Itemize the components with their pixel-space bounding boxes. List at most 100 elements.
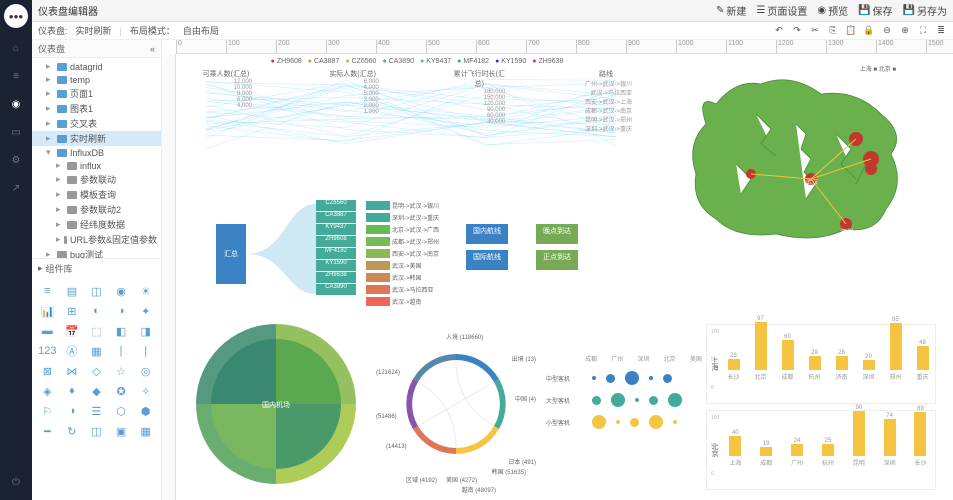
component-cell[interactable]: 123 [36,342,59,360]
component-cell[interactable]: | [134,342,157,360]
data-icon[interactable]: ≡ [8,68,24,84]
monitor-icon[interactable]: ▭ [8,124,24,140]
sidebar-header: 仪表盘« [32,40,161,58]
component-cell[interactable]: ◈ [36,382,59,400]
component-cell[interactable]: ◎ [134,362,157,380]
tree-item[interactable]: ▸模板查询 [32,187,161,202]
undo-icon[interactable]: ↶ [773,25,785,37]
saveas-button[interactable]: 💾 另存为 [903,3,947,18]
component-cell[interactable]: ⬡ [110,402,133,420]
sunburst-chart[interactable]: 国内机场 [186,314,366,494]
component-cell[interactable]: ◑ [61,402,84,420]
power-icon[interactable]: ⏻ [8,474,24,490]
new-button[interactable]: ✎ 新建 [716,3,746,18]
zoomin-icon[interactable]: ⊕ [899,25,911,37]
component-cell[interactable]: ◫ [85,282,108,300]
component-cell[interactable]: ☀ [134,282,157,300]
sankey-chart[interactable]: 汇总 CZ6560CA3887KY9437ZH9608MF4182KY1590Z… [196,194,616,304]
canvas[interactable]: 0100200300400500600700800900100011001200… [162,40,953,500]
fit-icon[interactable]: ⛶ [917,25,929,37]
bar-panel[interactable]: 上海10050023长沙97北京60成都29杭州28济南20深圳95郑州48重庆 [706,324,936,404]
bar-charts[interactable]: 上海10050023长沙97北京60成都29杭州28济南20深圳95郑州48重庆… [706,324,936,494]
share-icon[interactable]: ⚙ [8,152,24,168]
component-cell[interactable]: ✪ [110,382,133,400]
export-icon[interactable]: ↗ [8,180,24,196]
infobar: 仪表盘: 实时刷新 | 布局模式： 自由布局 ↶ ↷ ✂ ⎘ 📋 🔒 ⊖ ⊕ ⛶… [32,22,953,40]
component-cell[interactable]: ◆ [85,382,108,400]
component-cell[interactable]: ▦ [85,342,108,360]
complib-header[interactable]: ▸ 组件库 [32,259,161,278]
component-cell[interactable]: ◨ [134,322,157,340]
component-cell[interactable]: ≡ [36,282,59,300]
component-cell[interactable]: ↻ [61,422,84,440]
lock-icon[interactable]: 🔒 [863,25,875,37]
cut-icon[interactable]: ✂ [809,25,821,37]
bubble-chart[interactable]: 成都广州深圳北京美国中型客机大型客机小型客机 [546,354,706,434]
app-title: 仪表盘编辑器 [38,3,98,18]
component-cell[interactable]: ⚐ [36,402,59,420]
component-cell[interactable]: ✦ [134,302,157,320]
component-cell[interactable]: ⬢ [134,402,157,420]
component-cell[interactable]: ☰ [85,402,108,420]
dashboard-icon[interactable]: ◉ [8,96,24,112]
tree-item[interactable]: ▸经纬度数据 [32,217,161,232]
svg-text:国内机场: 国内机场 [262,400,290,409]
layout-mode: 自由布局 [183,24,219,37]
chord-chart[interactable]: 入境 (118660) 出境 (13) (121624) (51486) (14… [376,314,536,494]
tree-item[interactable]: ▾InfluxDB [32,146,161,159]
redo-icon[interactable]: ↷ [791,25,803,37]
component-cell[interactable]: ◑ [110,302,133,320]
svg-text:武汉: 武汉 [806,178,818,186]
file-tree: ▸datagrid▸temp▸页面1▸图表1▸交叉表▸实时刷新▾InfluxDB… [32,58,161,258]
home-icon[interactable]: ⌂ [8,40,24,56]
component-cell[interactable]: ◧ [110,322,133,340]
component-cell[interactable]: ⊞ [61,302,84,320]
tree-item[interactable]: ▸bug测试 [32,247,161,258]
component-cell[interactable]: ✧ [134,382,157,400]
component-cell[interactable]: ▣ [110,422,133,440]
logo: ●●● [4,4,28,28]
save-button[interactable]: 💾 保存 [858,3,892,18]
component-cell[interactable]: ▤ [61,282,84,300]
component-cell[interactable]: | [110,342,133,360]
left-rail: ●●● ⌂ ≡ ◉ ▭ ⚙ ↗ ⏻ [0,0,32,500]
paste-icon[interactable]: 📋 [845,25,857,37]
component-cell[interactable]: ━ [36,422,59,440]
tree-item[interactable]: ▸datagrid [32,60,161,73]
tree-item[interactable]: ▸交叉表 [32,116,161,131]
component-cell[interactable]: ▬ [36,322,59,340]
dashboard-name: 实时刷新 [76,24,112,37]
page-settings-button[interactable]: ☰ 页面设置 [756,3,807,18]
component-cell[interactable]: ⋈ [61,362,84,380]
tree-item[interactable]: ▸参数联动 [32,172,161,187]
tree-item[interactable]: ▸页面1 [32,86,161,101]
component-cell[interactable]: Ⓐ [61,342,84,360]
component-cell[interactable]: 📊 [36,302,59,320]
component-cell[interactable]: ◇ [85,362,108,380]
tree-item[interactable]: ▸temp [32,73,161,86]
component-cell[interactable]: 📅 [61,322,84,340]
zoomout-icon[interactable]: ⊖ [881,25,893,37]
china-map[interactable]: 上海 ■ 北京 ■ 武汉 深圳 [656,64,936,264]
parallel-chart[interactable]: ●ZH9608●CA3887●CZ6560●CA3890●KY9437●MF41… [196,58,636,188]
collapse-icon[interactable]: « [150,44,155,54]
preview-button[interactable]: ◉ 预览 [817,3,848,18]
copy-icon[interactable]: ⎘ [827,25,839,37]
component-cell[interactable]: ◉ [110,282,133,300]
tree-item[interactable]: ▸图表1 [32,101,161,116]
component-cell[interactable]: ⬚ [85,322,108,340]
layer-icon[interactable]: ≣ [935,25,947,37]
bar-panel[interactable]: 北京10050040上海19成都24广州25杭州90昆明74深圳89长沙 [706,410,936,490]
component-cell[interactable]: ♦ [61,382,84,400]
component-cell[interactable]: ▦ [134,422,157,440]
component-cell[interactable]: ◐ [85,302,108,320]
sidebar: 仪表盘« ▸datagrid▸temp▸页面1▸图表1▸交叉表▸实时刷新▾Inf… [32,40,162,500]
component-cell[interactable]: ⊠ [36,362,59,380]
component-cell[interactable]: ☆ [110,362,133,380]
component-cell[interactable]: ◫ [85,422,108,440]
tree-item[interactable]: ▸参数联动2 [32,202,161,217]
tree-item[interactable]: ▸influx [32,159,161,172]
ruler-horizontal: 0100200300400500600700800900100011001200… [176,40,953,54]
tree-item[interactable]: ▸URL参数&固定值参数 [32,232,161,247]
tree-item[interactable]: ▸实时刷新 [32,131,161,146]
